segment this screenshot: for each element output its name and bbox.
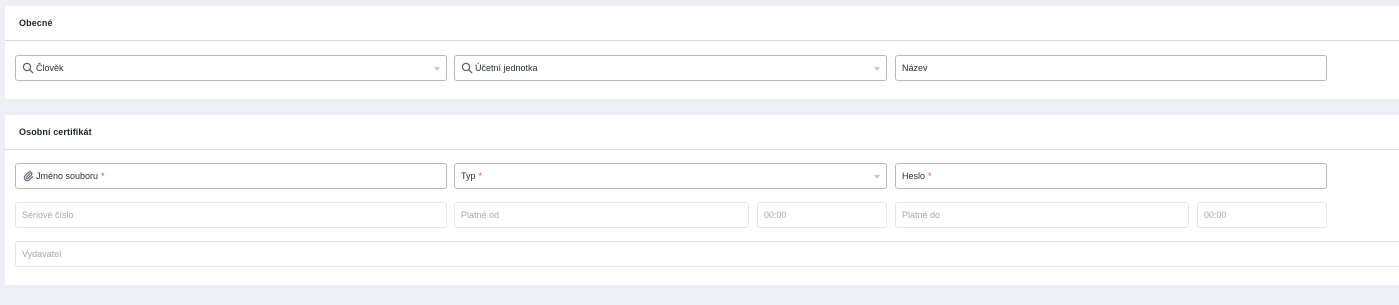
- issuer-label: Vydavatel: [22, 249, 62, 259]
- valid-to-date-field: Platné do: [895, 202, 1189, 228]
- valid-from-date-field: Platné od: [454, 202, 749, 228]
- file-name-label: Jméno souboru: [36, 171, 99, 181]
- serial-number-field: Sériové číslo: [15, 202, 447, 228]
- type-select[interactable]: Typ *: [454, 163, 887, 189]
- valid-to-time-field: 00:00: [1197, 202, 1327, 228]
- chevron-down-icon: [874, 175, 880, 179]
- general-card-header: Obecné: [5, 6, 1399, 41]
- certificate-card-title: Osobní certifikát: [19, 127, 92, 137]
- name-input-label: Název: [902, 63, 928, 73]
- chevron-down-icon: [874, 67, 880, 71]
- serial-number-label: Sériové číslo: [22, 210, 74, 220]
- valid-to-time: 00:00: [1204, 210, 1227, 220]
- chevron-down-icon: [434, 67, 440, 71]
- search-icon: [22, 62, 34, 74]
- search-icon: [461, 62, 473, 74]
- issuer-field: Vydavatel: [15, 241, 1399, 267]
- general-card-title: Obecné: [19, 18, 53, 28]
- paperclip-icon: [22, 170, 34, 182]
- accounting-unit-select-label: Účetní jednotka: [475, 63, 538, 73]
- required-mark: *: [478, 171, 483, 181]
- required-mark: *: [928, 171, 932, 181]
- certificate-card-header: Osobní certifikát: [5, 115, 1399, 150]
- accounting-unit-select[interactable]: Účetní jednotka: [454, 55, 887, 81]
- password-label: Heslo: [902, 171, 926, 181]
- certificate-card: Osobní certifikát Jméno souboru * Typ * …: [5, 115, 1399, 285]
- file-name-input[interactable]: Jméno souboru *: [15, 163, 447, 189]
- name-input[interactable]: Název: [895, 55, 1327, 81]
- required-mark: *: [101, 171, 105, 181]
- person-select-label: Člověk: [36, 63, 64, 73]
- valid-from-time: 00:00: [764, 210, 787, 220]
- general-card: Obecné Člověk Účetní jednotka Název: [5, 6, 1399, 99]
- valid-from-time-field: 00:00: [757, 202, 887, 228]
- valid-from-label: Platné od: [461, 210, 500, 220]
- password-input[interactable]: Heslo *: [895, 163, 1327, 189]
- valid-to-label: Platné do: [902, 210, 941, 220]
- type-select-label: Typ: [461, 171, 476, 181]
- person-select[interactable]: Člověk: [15, 55, 447, 81]
